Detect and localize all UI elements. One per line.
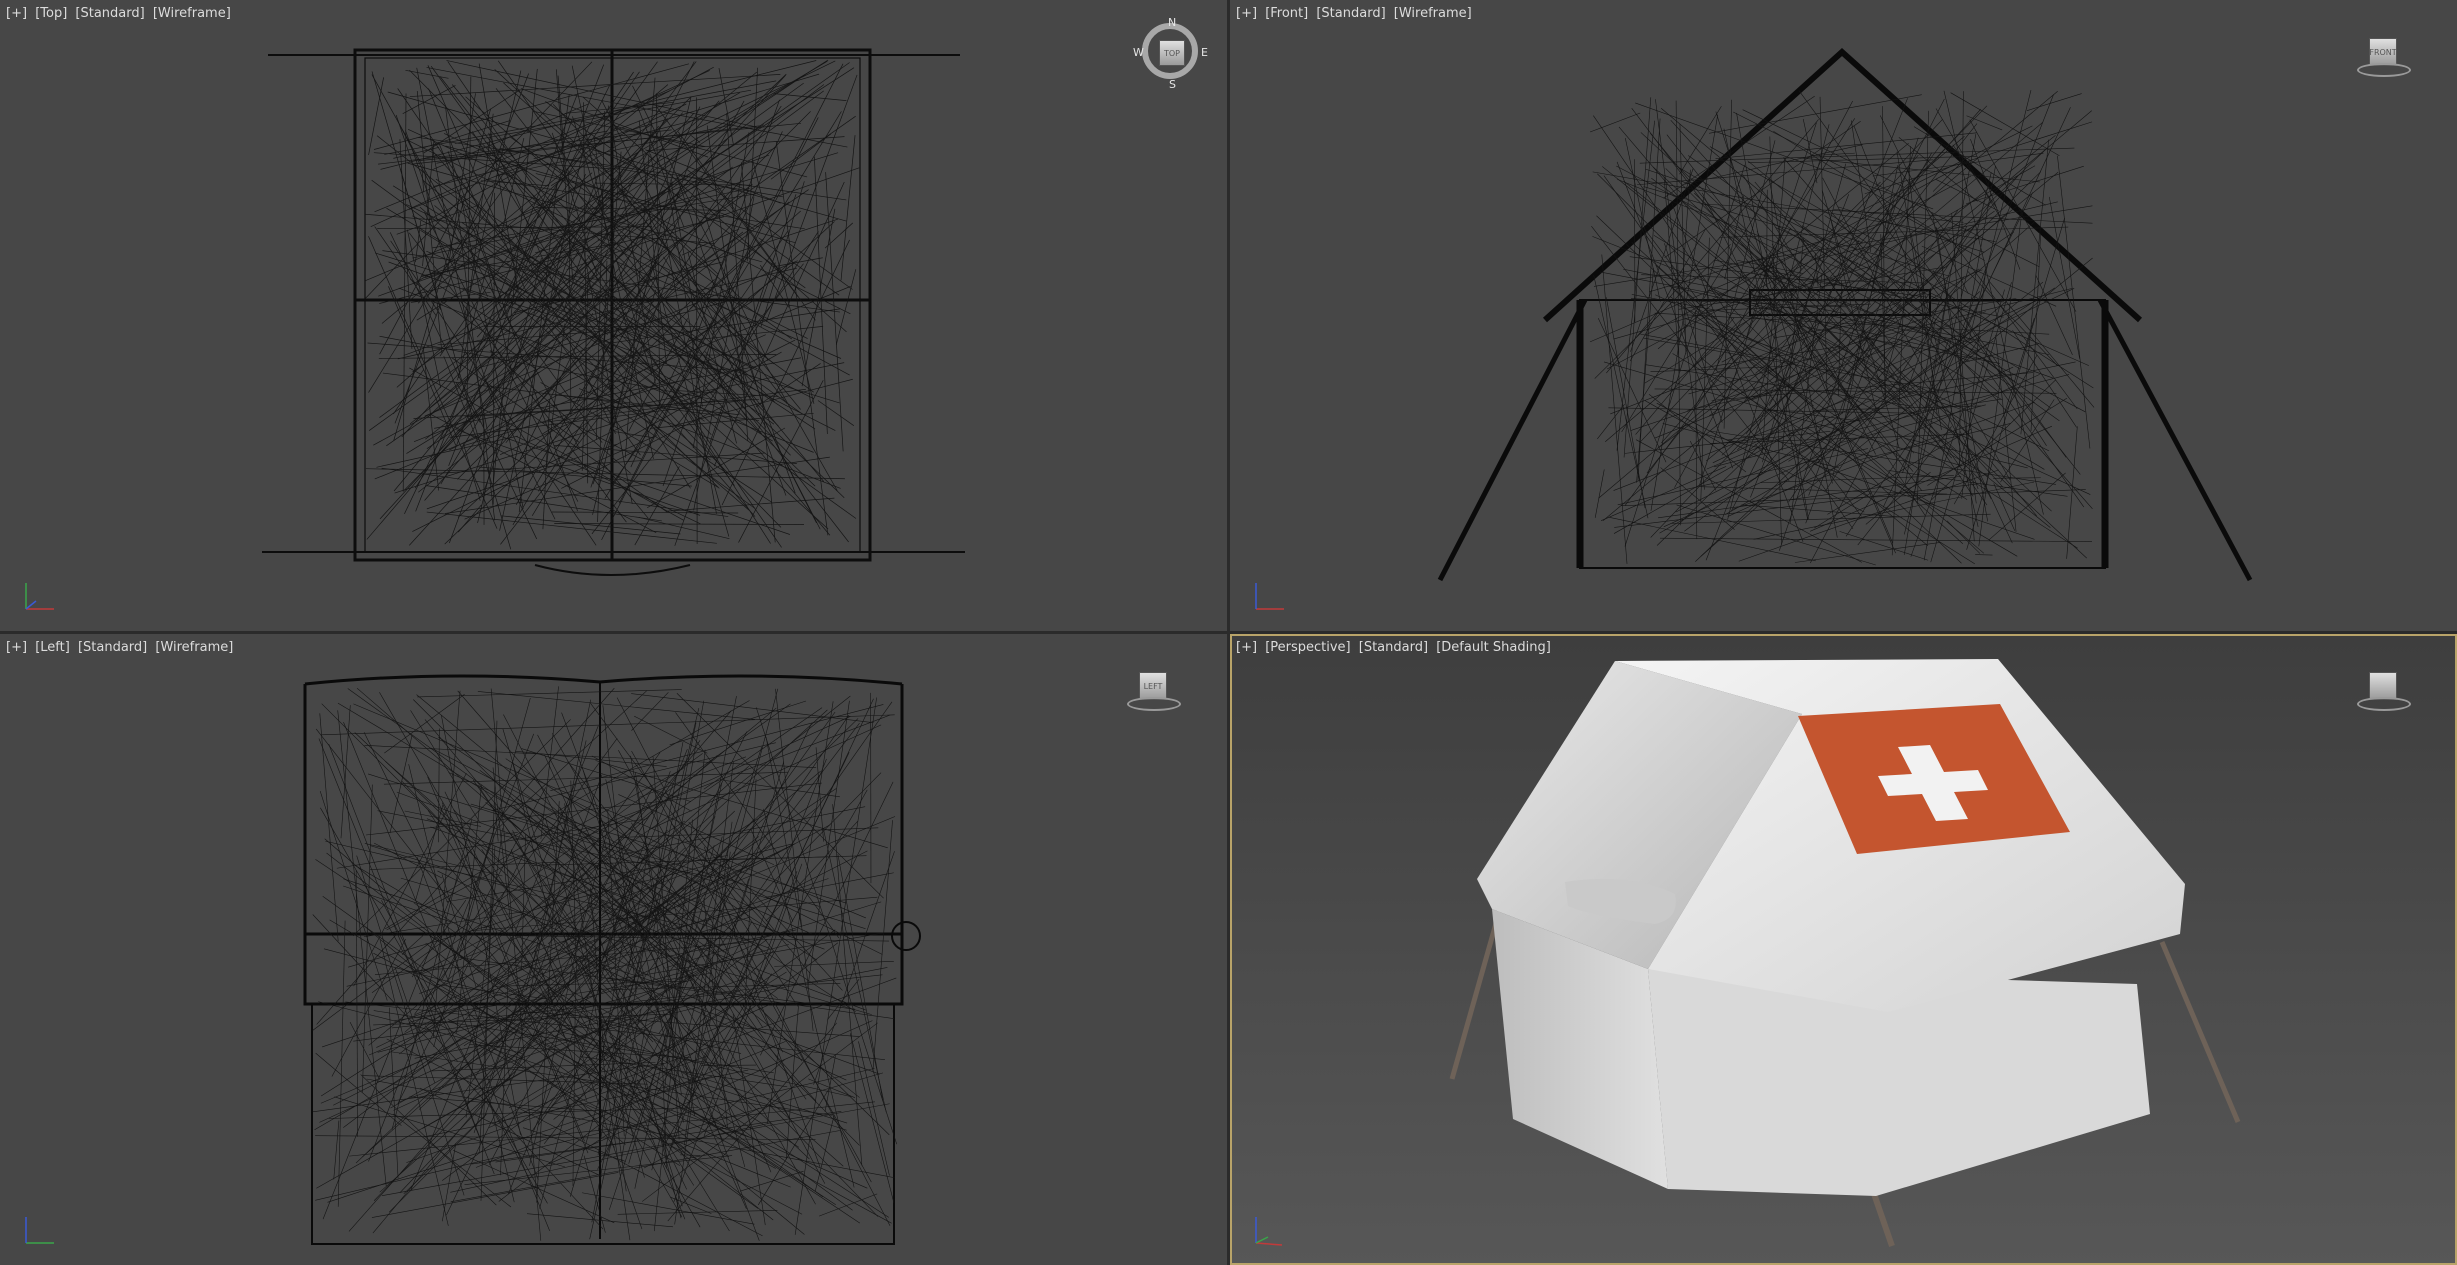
view-type-button[interactable]: [Front] [1265,6,1308,21]
viewport-top[interactable]: [+] [Top] [Standard] [Wireframe] TOP N S… [0,0,1227,631]
viewport-label-top[interactable]: [+] [Top] [Standard] [Wireframe] [6,6,235,21]
render-mode-button[interactable]: [Standard] [78,640,147,655]
viewport-label-perspective[interactable]: [+] [Perspective] [Standard] [Default Sh… [1236,640,1555,655]
viewcube-ring[interactable] [1127,697,1181,711]
left-wireframe-mesh [303,674,921,1245]
view-type-button[interactable]: [Top] [35,6,67,21]
viewport-label-left[interactable]: [+] [Left] [Standard] [Wireframe] [6,640,237,655]
tent-pole [2159,941,2241,1123]
viewport-menu-button[interactable]: [+] [6,6,27,21]
compass-north-label: N [1168,16,1177,29]
axis-tripod-icon [1255,1217,1283,1246]
viewcube-perspective-face[interactable] [2369,672,2397,700]
viewport-menu-button[interactable]: [+] [6,640,27,655]
viewcube[interactable] [2347,652,2417,722]
viewcube-compass[interactable]: TOP N S W E [1133,16,1208,91]
render-mode-button[interactable]: [Standard] [1316,6,1385,21]
top-wireframe-mesh [262,48,965,576]
render-mode-button[interactable]: [Standard] [75,6,144,21]
viewcube-front-face[interactable]: FRONT [2369,38,2397,66]
viewport-perspective[interactable]: [+] [Perspective] [Standard] [Default Sh… [1230,634,2457,1265]
compass-west-label: W [1133,46,1144,59]
shading-mode-button[interactable]: [Wireframe] [1394,6,1472,21]
view-type-button[interactable]: [Perspective] [1265,640,1350,655]
axis-tripod-icon [1255,583,1284,610]
viewcube[interactable]: FRONT [2347,18,2417,88]
viewcube-left-face[interactable]: LEFT [1139,672,1167,700]
viewcube-top-face[interactable]: TOP [1159,40,1185,66]
axis-tripod-icon [25,583,54,610]
viewcube[interactable]: LEFT [1117,652,1187,722]
viewport-label-front[interactable]: [+] [Front] [Standard] [Wireframe] [1236,6,1476,21]
viewport-menu-button[interactable]: [+] [1236,6,1257,21]
viewport-front[interactable]: [+] [Front] [Standard] [Wireframe] FRONT [1230,0,2457,631]
shading-mode-button[interactable]: [Default Shading] [1436,640,1551,655]
viewport-menu-button[interactable]: [+] [1236,640,1257,655]
compass-east-label: E [1201,46,1208,59]
compass-south-label: S [1169,78,1176,91]
viewport-left[interactable]: [+] [Left] [Standard] [Wireframe] LEFT [0,634,1227,1265]
axis-tripod-icon [25,1217,54,1244]
viewcube-ring[interactable] [2357,697,2411,711]
shading-mode-button[interactable]: [Wireframe] [153,6,231,21]
render-mode-button[interactable]: [Standard] [1359,640,1428,655]
front-wireframe-mesh [1437,47,2253,582]
viewcube-ring[interactable] [2357,63,2411,77]
view-type-button[interactable]: [Left] [35,640,70,655]
shading-mode-button[interactable]: [Wireframe] [155,640,233,655]
perspective-tent-render [1449,659,2241,1247]
